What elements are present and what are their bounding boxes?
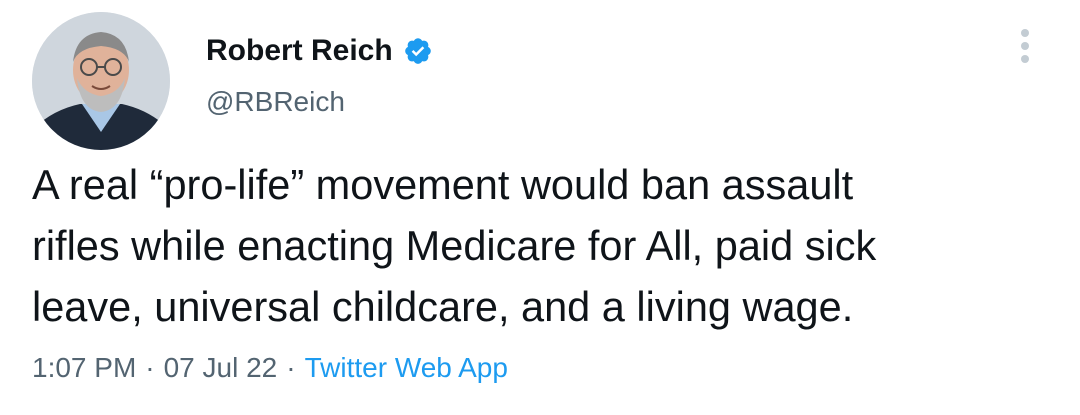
author-display-name[interactable]: Robert Reich	[206, 34, 393, 68]
tweet-time[interactable]: 1:07 PM	[32, 352, 136, 383]
author-handle[interactable]: @RBReich	[206, 86, 345, 118]
dot	[1021, 55, 1029, 63]
separator: ·	[286, 352, 296, 383]
more-options-icon[interactable]	[1010, 24, 1040, 68]
tweet-source-link[interactable]: Twitter Web App	[305, 352, 508, 383]
tweet-text-line: A real “pro-life” movement would ban ass…	[32, 161, 854, 208]
dot	[1021, 29, 1029, 37]
tweet-text-line: leave, universal childcare, and a living…	[32, 283, 854, 330]
tweet-text-line: rifles while enacting Medicare for All, …	[32, 222, 877, 269]
separator: ·	[145, 352, 155, 383]
tweet-date[interactable]: 07 Jul 22	[164, 352, 278, 383]
tweet-metadata: 1:07 PM · 07 Jul 22 · Twitter Web App	[32, 352, 508, 384]
dot	[1021, 42, 1029, 50]
verified-badge-icon	[403, 36, 433, 66]
author-name-row: Robert Reich	[206, 30, 433, 72]
tweet-text: A real “pro-life” movement would ban ass…	[32, 154, 1052, 337]
avatar[interactable]	[32, 12, 170, 150]
tweet-card: Robert Reich @RBReich A real “pro-life” …	[0, 0, 1080, 415]
